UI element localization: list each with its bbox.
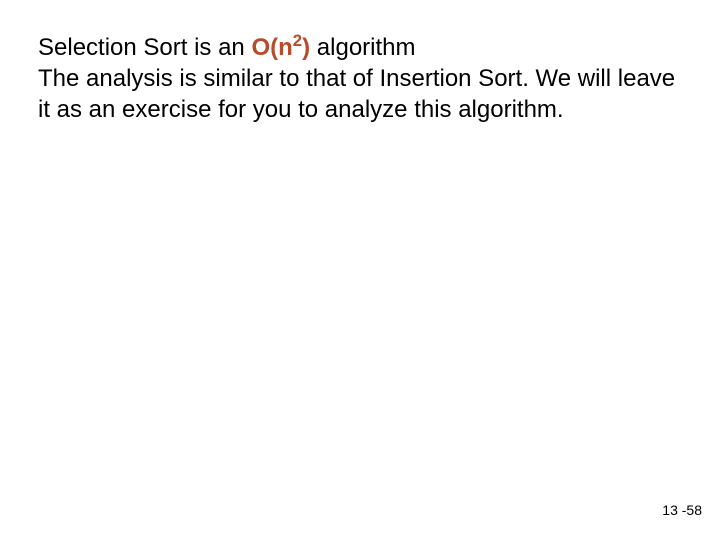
complexity-close: )	[302, 34, 310, 61]
heading-prefix: Selection Sort is an	[38, 34, 251, 61]
heading-suffix: algorithm	[310, 34, 415, 61]
page-number: 13 -58	[662, 502, 702, 518]
complexity-open: O(n	[251, 34, 292, 61]
body-paragraph: The analysis is similar to that of Inser…	[38, 63, 682, 125]
heading-line: Selection Sort is an O(n2) algorithm	[38, 32, 682, 63]
slide-content: Selection Sort is an O(n2) algorithm The…	[0, 0, 720, 126]
complexity-exponent: 2	[293, 31, 302, 50]
complexity-notation: O(n2)	[251, 34, 310, 61]
